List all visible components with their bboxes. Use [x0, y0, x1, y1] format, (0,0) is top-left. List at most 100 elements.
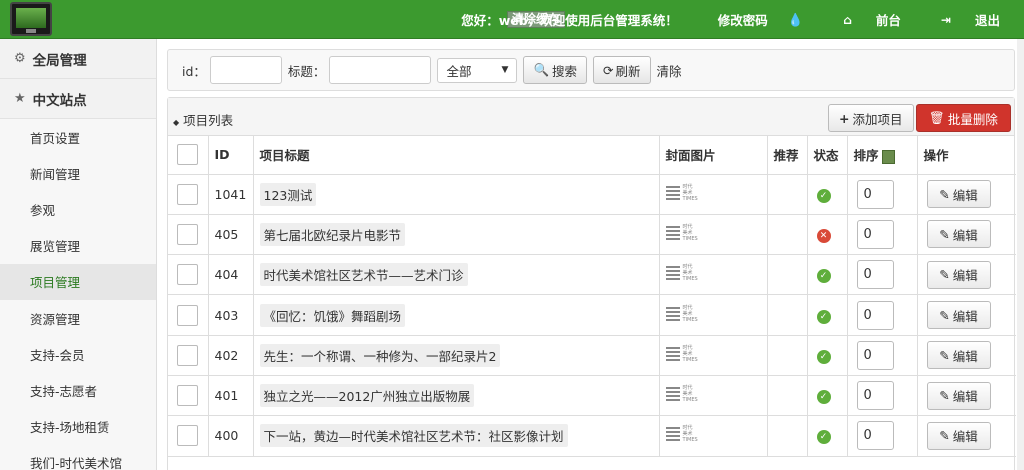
- status-disabled-icon[interactable]: ✕: [816, 228, 831, 243]
- status-ok-icon[interactable]: ✓: [816, 188, 831, 203]
- filter-select[interactable]: 全部 ▼: [437, 57, 518, 83]
- table-row: 401 独立之光——2012广州独立出版物展 时代 美术 TIMES ✓ 0 ✎ 编辑: [168, 375, 1016, 417]
- logout-link[interactable]: ⇥ 退出: [921, 10, 1000, 29]
- edit-button[interactable]: ✎ 编辑: [926, 220, 991, 249]
- row-action-cell: ✎ 编辑: [917, 254, 1016, 296]
- status-ok-icon[interactable]: ✓: [816, 430, 831, 445]
- frontend-link[interactable]: ⌂ 前台: [823, 10, 901, 29]
- cover-thumbnail[interactable]: 时代 美术 TIMES: [665, 385, 698, 403]
- sidebar-item-volunteers[interactable]: 支持-志愿者: [0, 372, 156, 408]
- edit-button[interactable]: ✎ 编辑: [926, 421, 991, 450]
- sort-input[interactable]: 0: [856, 381, 894, 411]
- row-checkbox[interactable]: [177, 223, 198, 245]
- status-ok-icon[interactable]: ✓: [816, 309, 831, 324]
- cover-thumbnail[interactable]: 时代 美术 TIMES: [665, 183, 698, 202]
- sort-input[interactable]: 0: [856, 260, 894, 290]
- row-status-cell: ✓: [807, 294, 848, 336]
- sort-input[interactable]: 0: [856, 340, 894, 370]
- batch-delete-button[interactable]: 🗑 批量删除: [916, 104, 1011, 132]
- cover-thumbnail[interactable]: 时代 美术 TIMES: [665, 345, 698, 363]
- col-cover: 封面图片: [659, 136, 768, 175]
- sidebar-item-about[interactable]: 我们-时代美术馆: [0, 445, 156, 470]
- row-checkbox-cell: [168, 335, 209, 376]
- title-label: 标题：: [287, 63, 326, 79]
- main-content: id： 标题： 全部 ▼ 🔍 搜索 ⟳ 刷新 清除 ◆ 项目列表 + 添加项目 …: [157, 39, 1024, 470]
- row-title-cell: 独立之光——2012广州独立出版物展: [253, 375, 660, 417]
- sort-input[interactable]: 0: [856, 219, 894, 249]
- title-input[interactable]: [329, 56, 432, 84]
- search-button[interactable]: 🔍 搜索: [523, 56, 588, 84]
- sort-input[interactable]: 0: [856, 179, 894, 209]
- row-title[interactable]: 下一站，黄边—时代美术馆社区艺术节：社区影像计划: [259, 424, 568, 448]
- select-all-checkbox[interactable]: [177, 144, 198, 166]
- sidebar-item-resources[interactable]: 资源管理: [0, 300, 156, 336]
- add-project-button[interactable]: + 添加项目: [828, 104, 914, 132]
- sidebar-item-visit[interactable]: 参观: [0, 191, 156, 227]
- sort-input[interactable]: 0: [856, 300, 894, 330]
- logo-icon[interactable]: [10, 2, 52, 36]
- droplet-icon[interactable]: 💧: [788, 12, 804, 28]
- sidebar-item-members[interactable]: 支持-会员: [0, 336, 156, 372]
- row-title[interactable]: 《回忆：饥饿》舞蹈剧场: [259, 303, 406, 327]
- table-row: 400 下一站，黄边—时代美术馆社区艺术节：社区影像计划 时代 美术 TIMES ✓ 0…: [168, 415, 1016, 457]
- row-checkbox[interactable]: [177, 385, 198, 407]
- row-checkbox[interactable]: [177, 264, 198, 286]
- id-input[interactable]: [209, 56, 282, 84]
- search-panel: id： 标题： 全部 ▼ 🔍 搜索 ⟳ 刷新 清除: [167, 49, 1015, 91]
- row-checkbox[interactable]: [177, 425, 198, 447]
- trash-icon: 🗑: [929, 110, 945, 125]
- edit-icon: ✎: [939, 186, 950, 202]
- col-action: 操作: [917, 136, 1016, 175]
- greeting-text: 您好：web，欢迎使用后台管理系统！: [461, 13, 678, 28]
- row-title[interactable]: 先生：一个称谓、一种修为、一部纪录片2: [259, 343, 501, 367]
- edit-button[interactable]: ✎ 编辑: [926, 341, 991, 370]
- row-title[interactable]: 独立之光——2012广州独立出版物展: [259, 384, 475, 408]
- row-checkbox-cell: [168, 294, 209, 336]
- sidebar: ⚙ 全局管理 ★ 中文站点 首页设置 新闻管理 参观 展览管理 项目管理 资源管…: [0, 39, 157, 470]
- table-header-row: ID 项目标题 封面图片 推荐 状态 排序 操作: [168, 136, 1016, 175]
- cover-thumbnail[interactable]: 时代 美术 TIMES: [665, 223, 698, 242]
- row-status-cell: ✕: [807, 214, 848, 256]
- search-icon: 🔍: [533, 62, 550, 77]
- row-title[interactable]: 123测试: [259, 182, 317, 206]
- sort-input[interactable]: 0: [856, 421, 894, 451]
- row-checkbox[interactable]: [177, 183, 198, 205]
- save-sort-icon[interactable]: [881, 149, 895, 164]
- row-sort-cell: 0: [847, 294, 918, 336]
- home-icon: ⌂: [843, 12, 852, 27]
- row-title[interactable]: 时代美术馆社区艺术节——艺术门诊: [259, 263, 468, 287]
- sidebar-item-venue-rental[interactable]: 支持-场地租赁: [0, 409, 156, 445]
- cover-thumbnail[interactable]: 时代 美术 TIMES: [665, 305, 698, 323]
- row-title[interactable]: 第七届北欧纪录片电影节: [259, 222, 406, 246]
- edit-icon: ✎: [939, 307, 950, 323]
- table-row: 1041 123测试 时代 美术 TIMES ✓ 0 ✎ 编辑: [168, 174, 1016, 215]
- page-scrollbar[interactable]: [1017, 39, 1024, 470]
- cover-thumbnail[interactable]: 时代 美术 TIMES: [665, 425, 698, 443]
- row-cover-cell: 时代 美术 TIMES: [659, 254, 768, 296]
- cover-thumbnail[interactable]: 时代 美术 TIMES: [665, 264, 698, 282]
- edit-button[interactable]: ✎ 编辑: [926, 301, 991, 330]
- sidebar-global-manage[interactable]: ⚙ 全局管理: [0, 39, 156, 79]
- row-status-cell: ✓: [807, 415, 848, 457]
- row-checkbox[interactable]: [177, 344, 198, 366]
- sidebar-item-projects[interactable]: 项目管理: [0, 263, 156, 300]
- sidebar-item-home-settings[interactable]: 首页设置: [0, 119, 156, 155]
- refresh-button[interactable]: ⟳ 刷新: [593, 56, 651, 84]
- row-status-cell: ✓: [807, 174, 848, 215]
- edit-button[interactable]: ✎ 编辑: [926, 260, 991, 289]
- status-ok-icon[interactable]: ✓: [816, 269, 831, 284]
- change-password-link[interactable]: 修改密码: [698, 10, 768, 29]
- clear-link[interactable]: 清除: [657, 61, 682, 80]
- cover-mini-text: 时代 美术 TIMES: [682, 223, 698, 242]
- star-icon: ★: [14, 91, 26, 106]
- edit-button[interactable]: ✎ 编辑: [926, 381, 991, 410]
- edit-button[interactable]: ✎ 编辑: [926, 180, 991, 209]
- row-sort-cell: 0: [847, 415, 918, 457]
- sidebar-cn-site[interactable]: ★ 中文站点: [0, 79, 156, 119]
- status-ok-icon[interactable]: ✓: [816, 349, 831, 364]
- sidebar-item-news[interactable]: 新闻管理: [0, 155, 156, 191]
- row-checkbox[interactable]: [177, 304, 198, 326]
- status-ok-icon[interactable]: ✓: [816, 390, 831, 405]
- sidebar-item-exhibitions[interactable]: 展览管理: [0, 228, 156, 264]
- cover-mini-text: 时代 美术 TIMES: [682, 183, 698, 202]
